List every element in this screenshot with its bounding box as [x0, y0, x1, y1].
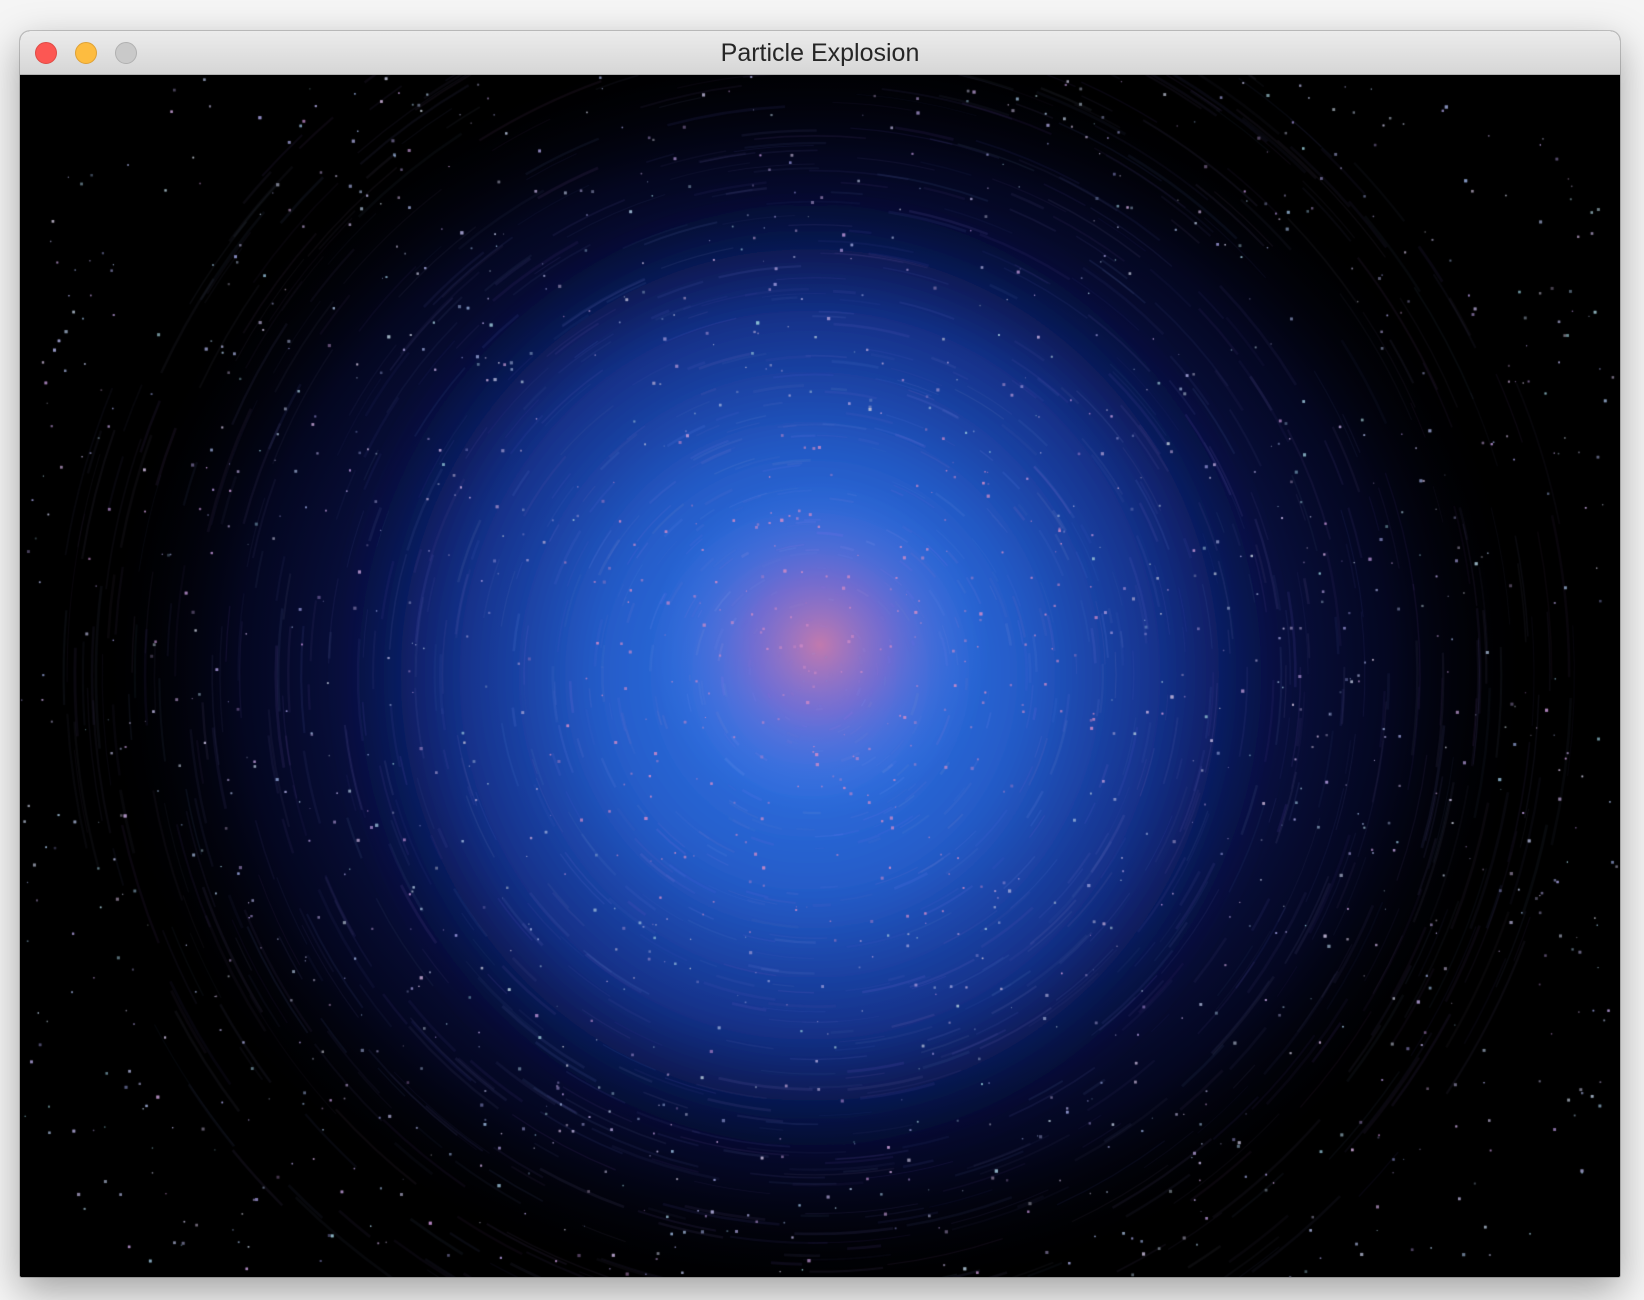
title-bar[interactable]: Particle Explosion: [20, 31, 1620, 75]
particle-field: [20, 75, 1620, 1277]
window-title: Particle Explosion: [720, 39, 920, 67]
particle-canvas-area[interactable]: [20, 75, 1620, 1277]
app-window: Particle Explosion: [20, 31, 1620, 1277]
